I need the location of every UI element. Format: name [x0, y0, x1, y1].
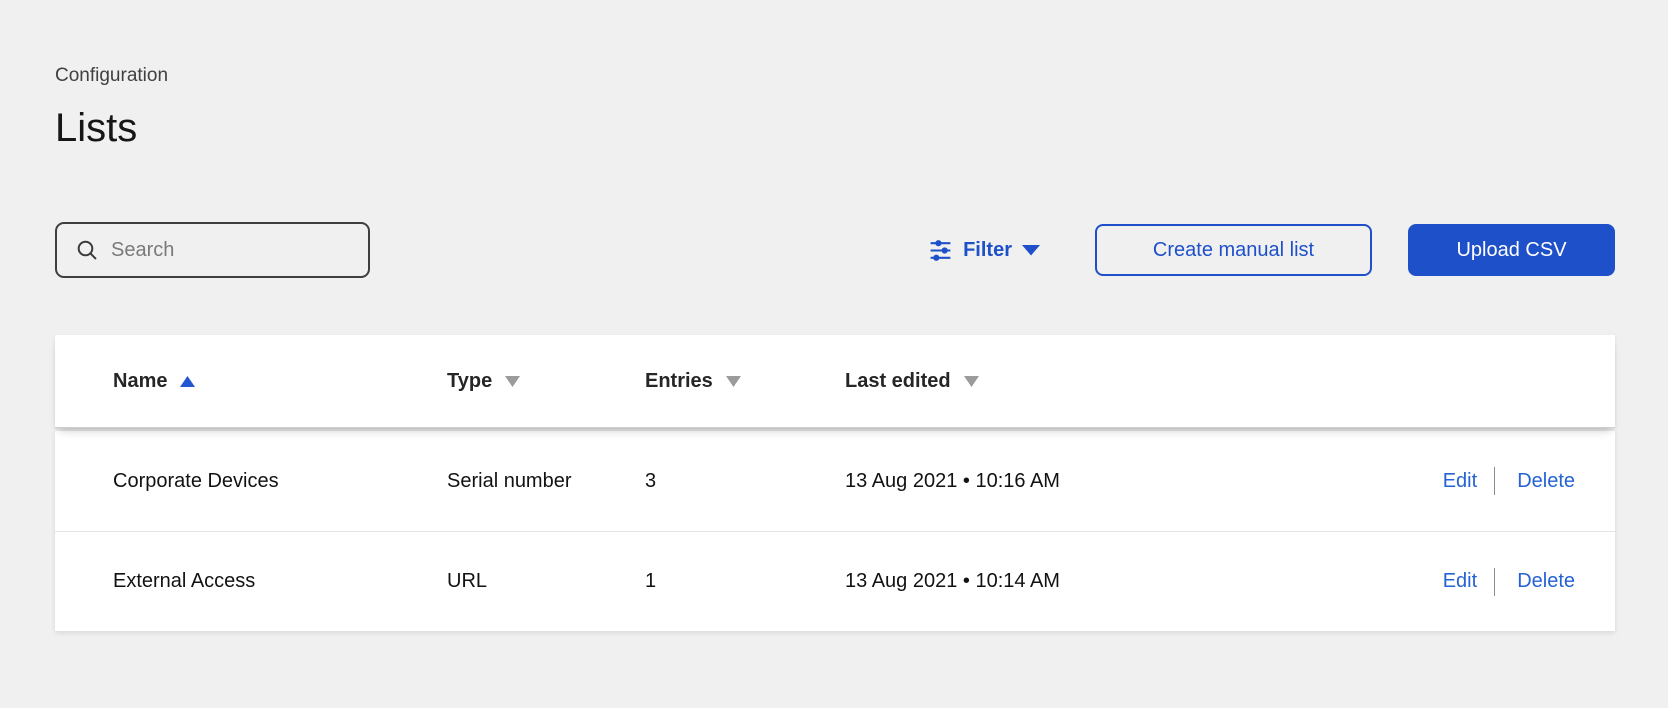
cell-entries: 1	[645, 570, 845, 593]
column-label: Entries	[645, 370, 713, 393]
breadcrumb: Configuration	[55, 64, 1615, 88]
cell-name: Corporate Devices	[113, 470, 447, 493]
sort-asc-icon	[180, 376, 195, 387]
cell-last-edited: 13 Aug 2021 • 10:16 AM	[845, 470, 1443, 493]
edit-link[interactable]: Edit	[1443, 470, 1477, 493]
table-row: External Access URL 1 13 Aug 2021 • 10:1…	[55, 531, 1615, 631]
column-label: Type	[447, 370, 492, 393]
column-header-type[interactable]: Type	[447, 370, 645, 393]
column-header-name[interactable]: Name	[113, 370, 447, 393]
cell-type: Serial number	[447, 470, 645, 493]
table-header-row: Name Type Entries Last edited	[55, 335, 1615, 428]
filter-label: Filter	[963, 239, 1012, 262]
search-input[interactable]	[111, 239, 352, 262]
chevron-down-icon	[1022, 245, 1040, 256]
cell-last-edited: 13 Aug 2021 • 10:14 AM	[845, 570, 1443, 593]
column-label: Name	[113, 370, 167, 393]
page-title: Lists	[55, 104, 1615, 152]
cell-type: URL	[447, 570, 645, 593]
cell-entries: 3	[645, 470, 845, 493]
lists-table: Name Type Entries Last edited Corporate …	[55, 335, 1615, 631]
sort-down-icon	[505, 376, 520, 387]
delete-link[interactable]: Delete	[1517, 570, 1575, 593]
row-actions: Edit Delete	[1443, 568, 1575, 596]
sort-down-icon	[726, 376, 741, 387]
edit-link[interactable]: Edit	[1443, 570, 1477, 593]
create-manual-list-button[interactable]: Create manual list	[1095, 224, 1372, 276]
toolbar: Filter Create manual list Upload CSV	[55, 222, 1615, 278]
delete-link[interactable]: Delete	[1517, 470, 1575, 493]
search-box[interactable]	[55, 222, 370, 278]
table-body: Corporate Devices Serial number 3 13 Aug…	[55, 431, 1615, 631]
lists-page: Configuration Lists	[0, 0, 1668, 708]
row-actions: Edit Delete	[1443, 467, 1575, 495]
search-icon	[76, 239, 98, 261]
action-divider	[1494, 568, 1495, 596]
column-header-last-edited[interactable]: Last edited	[845, 370, 1575, 393]
filter-button[interactable]: Filter	[928, 238, 1040, 263]
column-header-entries[interactable]: Entries	[645, 370, 845, 393]
upload-csv-button[interactable]: Upload CSV	[1408, 224, 1615, 276]
action-divider	[1494, 467, 1495, 495]
sort-down-icon	[964, 376, 979, 387]
column-label: Last edited	[845, 370, 951, 393]
table-row: Corporate Devices Serial number 3 13 Aug…	[55, 431, 1615, 531]
cell-name: External Access	[113, 570, 447, 593]
filter-sliders-icon	[928, 238, 953, 263]
